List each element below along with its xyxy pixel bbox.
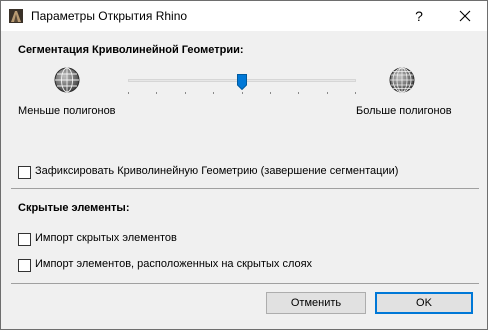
import-hidden-layers-label[interactable]: Импорт элементов, расположенных на скрыт… <box>35 258 312 270</box>
separator-bottom <box>11 283 479 284</box>
separator-top <box>11 188 479 189</box>
slider-tick <box>298 92 299 94</box>
fix-geometry-label[interactable]: Зафиксировать Криволинейную Геометрию (з… <box>35 165 398 177</box>
slider-tick <box>213 92 214 94</box>
import-hidden-layers-checkbox[interactable] <box>18 259 31 272</box>
slider-tick <box>185 92 186 94</box>
slider-thumb[interactable] <box>237 74 247 90</box>
hidden-elements-heading: Скрытые элементы: <box>18 202 130 214</box>
slider-tick <box>270 92 271 94</box>
segmentation-heading: Сегментация Криволинейной Геометрии: <box>18 44 244 56</box>
title-bar[interactable]: Параметры Открытия Rhino ? <box>1 1 487 31</box>
slider-tick <box>327 92 328 94</box>
rhino-app-icon <box>9 9 23 23</box>
import-hidden-label[interactable]: Импорт скрытых элементов <box>35 232 177 244</box>
import-hidden-checkbox[interactable] <box>18 233 31 246</box>
more-polygons-label: Больше полигонов <box>356 105 452 117</box>
globe-high-poly-icon <box>389 67 415 93</box>
globe-low-poly-icon <box>54 67 80 93</box>
rhino-import-dialog: Параметры Открытия Rhino ? Сегментация К… <box>0 0 488 330</box>
slider-tick <box>156 92 157 94</box>
dialog-title: Параметры Открытия Rhino <box>31 9 188 23</box>
help-button[interactable]: ? <box>397 1 441 31</box>
fix-geometry-checkbox[interactable] <box>18 166 31 179</box>
slider-tick <box>242 92 243 94</box>
cancel-button[interactable]: Отменить <box>266 292 366 314</box>
fewer-polygons-label: Меньше полигонов <box>18 105 116 117</box>
close-icon <box>459 10 471 22</box>
close-button[interactable] <box>442 1 487 31</box>
segmentation-slider[interactable] <box>128 71 356 95</box>
slider-tick <box>128 92 129 94</box>
ok-button[interactable]: OK <box>375 292 473 314</box>
slider-tick <box>355 92 356 94</box>
